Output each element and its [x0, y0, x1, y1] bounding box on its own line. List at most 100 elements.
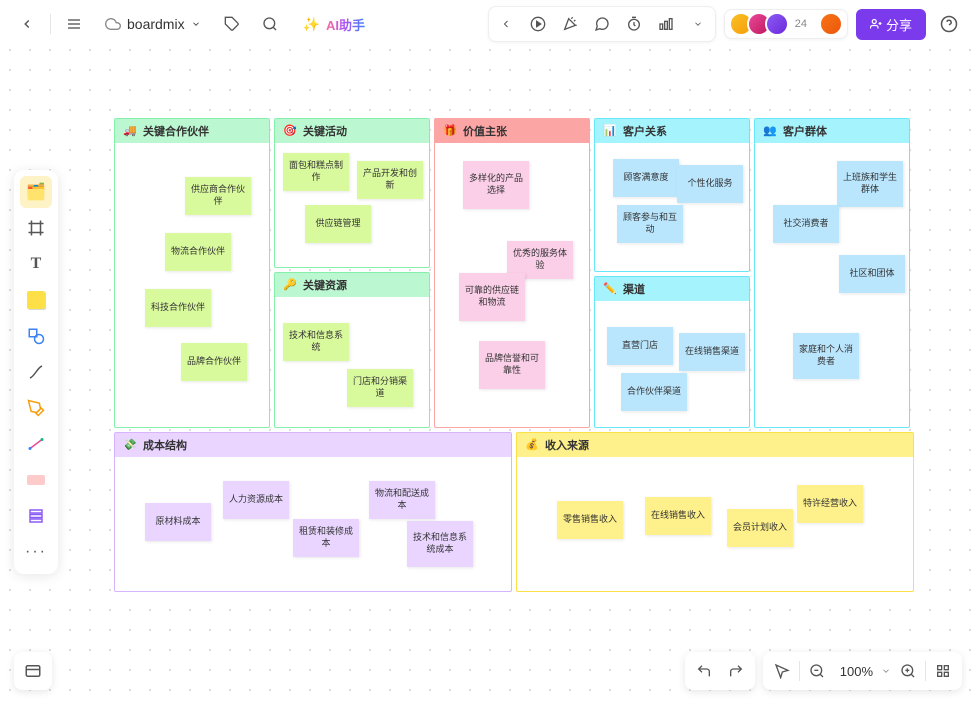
cloud-icon — [105, 16, 121, 32]
block-channels[interactable]: ✏️ 渠道 直营门店 在线销售渠道 合作伙伴渠道 — [594, 276, 750, 428]
sticky-note[interactable]: 社区和团体 — [839, 255, 905, 293]
timer-button[interactable] — [619, 9, 649, 39]
sticky-note[interactable]: 家庭和个人消费者 — [793, 333, 859, 379]
ai-assistant-button[interactable]: ✨ AI助手 — [293, 11, 375, 38]
sticky-note[interactable]: 产品开发和创新 — [357, 161, 423, 199]
gift-icon: 🎁 — [443, 124, 457, 138]
pencil-icon: ✏️ — [603, 282, 617, 296]
canvas[interactable]: 🚚关键合作伙伴 供应商合作伙伴 物流合作伙伴 科技合作伙伴 品牌合作伙伴 🎯 关键… — [0, 0, 976, 704]
sticky-note[interactable]: 品牌合作伙伴 — [181, 343, 247, 381]
sparkle-icon: ✨ — [303, 16, 320, 33]
block-title: 关键资源 — [303, 277, 347, 293]
block-partners[interactable]: 🚚关键合作伙伴 供应商合作伙伴 物流合作伙伴 科技合作伙伴 品牌合作伙伴 — [114, 118, 270, 428]
sticky-note[interactable]: 在线销售收入 — [645, 497, 711, 535]
templates-icon: 🗂️ — [26, 182, 46, 202]
redo-button[interactable] — [721, 656, 751, 686]
sticky-note[interactable]: 供应链管理 — [305, 205, 371, 243]
sticky-note[interactable]: 在线销售渠道 — [679, 333, 745, 371]
chevron-down-icon — [191, 19, 201, 29]
people-icon: 👥 — [763, 124, 777, 138]
sticky-note[interactable]: 顾客参与和互动 — [617, 205, 683, 243]
components-tool[interactable] — [20, 500, 52, 532]
tag-button[interactable] — [217, 9, 247, 39]
sticky-note[interactable]: 物流和配送成本 — [369, 481, 435, 519]
undo-button[interactable] — [689, 656, 719, 686]
sticky-note[interactable]: 技术和信息系统 — [283, 323, 349, 361]
collaborators-group: 24 — [724, 9, 848, 39]
frame-tool[interactable] — [20, 212, 52, 244]
templates-tool[interactable]: 🗂️ — [20, 176, 52, 208]
back-button[interactable] — [12, 9, 42, 39]
sticky-note[interactable]: 社交消费者 — [773, 205, 839, 243]
block-customer-segments[interactable]: 👥 客户群体 上班族和学生群体 社交消费者 社区和团体 家庭和个人消费者 — [754, 118, 910, 428]
chevron-left-button[interactable] — [491, 9, 521, 39]
block-revenue-streams[interactable]: 💰 收入来源 零售销售收入 在线销售收入 会员计划收入 特许经营收入 — [516, 432, 914, 592]
sticky-note[interactable]: 租赁和装修成本 — [293, 519, 359, 557]
sticky-note[interactable]: 科技合作伙伴 — [145, 289, 211, 327]
sticky-note[interactable]: 个性化服务 — [677, 165, 743, 203]
sticky-note[interactable]: 特许经营收入 — [797, 485, 863, 523]
avatar-stack[interactable] — [729, 12, 789, 36]
connector-tool[interactable] — [20, 428, 52, 460]
business-model-canvas: 🚚关键合作伙伴 供应商合作伙伴 物流合作伙伴 科技合作伙伴 品牌合作伙伴 🎯 关键… — [114, 118, 914, 592]
left-toolbar: 🗂️ T ··· — [14, 170, 58, 574]
pen-tool[interactable] — [20, 392, 52, 424]
sticky-note[interactable]: 可靠的供应链和物流 — [459, 273, 525, 321]
share-button[interactable]: 分享 — [856, 9, 926, 40]
slides-panel-toggle[interactable] — [14, 652, 52, 690]
sticky-note[interactable]: 面包和糕点制作 — [283, 153, 349, 191]
chart-button[interactable] — [651, 9, 681, 39]
sticky-note[interactable]: 会员计划收入 — [727, 509, 793, 547]
sticky-note[interactable]: 零售销售收入 — [557, 501, 623, 539]
shape-tool[interactable] — [20, 320, 52, 352]
sticky-note[interactable]: 多样化的产品选择 — [463, 161, 529, 209]
money-in-icon: 💰 — [525, 438, 539, 452]
comment-button[interactable] — [587, 9, 617, 39]
zoom-in-button[interactable] — [893, 656, 923, 686]
person-add-icon — [870, 18, 882, 30]
sticky-note[interactable]: 原材料成本 — [145, 503, 211, 541]
sticky-note[interactable]: 人力资源成本 — [223, 481, 289, 519]
help-button[interactable] — [934, 9, 964, 39]
search-button[interactable] — [255, 9, 285, 39]
block-title: 客户群体 — [783, 123, 827, 139]
sticky-note[interactable]: 供应商合作伙伴 — [185, 177, 251, 215]
block-customer-relationships[interactable]: 📊客户关系 顾客满意度 个性化服务 顾客参与和互动 — [594, 118, 750, 272]
celebrate-button[interactable] — [555, 9, 585, 39]
block-activities[interactable]: 🎯 关键活动 面包和糕点制作 产品开发和创新 供应链管理 — [274, 118, 430, 268]
current-user-avatar[interactable] — [819, 12, 843, 36]
divider — [50, 14, 51, 34]
sticky-note[interactable]: 技术和信息系统成本 — [407, 521, 473, 567]
line-tool[interactable] — [20, 356, 52, 388]
sticky-note[interactable]: 上班族和学生群体 — [837, 161, 903, 207]
pointer-tool[interactable] — [767, 656, 797, 686]
block-resources[interactable]: 🔑 关键资源 技术和信息系统 门店和分销渠道 — [274, 272, 430, 428]
sticky-note[interactable]: 门店和分销渠道 — [347, 369, 413, 407]
menu-button[interactable] — [59, 9, 89, 39]
block-title: 收入来源 — [545, 437, 589, 453]
label-icon — [27, 475, 45, 485]
resource-icon: 🔑 — [283, 278, 297, 292]
label-tool[interactable] — [20, 464, 52, 496]
activity-icon: 🎯 — [283, 124, 297, 138]
sticky-note[interactable]: 直营门店 — [607, 327, 673, 365]
zoom-out-button[interactable] — [802, 656, 832, 686]
block-cost-structure[interactable]: 💸成本结构 原材料成本 人力资源成本 租赁和装修成本 物流和配送成本 技术和信息… — [114, 432, 512, 592]
sticky-note-tool[interactable] — [20, 284, 52, 316]
sticky-note[interactable]: 顾客满意度 — [613, 159, 679, 197]
sticky-note[interactable]: 品牌信誉和可靠性 — [479, 341, 545, 389]
sticky-icon — [27, 291, 45, 309]
block-value-proposition[interactable]: 🎁价值主张 多样化的产品选择 优秀的服务体验 可靠的供应链和物流 品牌信誉和可靠… — [434, 118, 590, 428]
more-tools[interactable]: ··· — [20, 536, 52, 568]
sticky-note[interactable]: 合作伙伴渠道 — [621, 373, 687, 411]
more-dropdown-button[interactable] — [683, 9, 713, 39]
block-title: 关键活动 — [303, 123, 347, 139]
sticky-note[interactable]: 物流合作伙伴 — [165, 233, 231, 271]
zoom-level[interactable]: 100% — [834, 664, 879, 679]
chart-icon: 📊 — [603, 124, 617, 138]
play-button[interactable] — [523, 9, 553, 39]
block-title: 渠道 — [623, 281, 645, 297]
text-tool[interactable]: T — [20, 248, 52, 280]
minimap-button[interactable] — [928, 656, 958, 686]
board-name-dropdown[interactable]: boardmix — [97, 12, 209, 36]
